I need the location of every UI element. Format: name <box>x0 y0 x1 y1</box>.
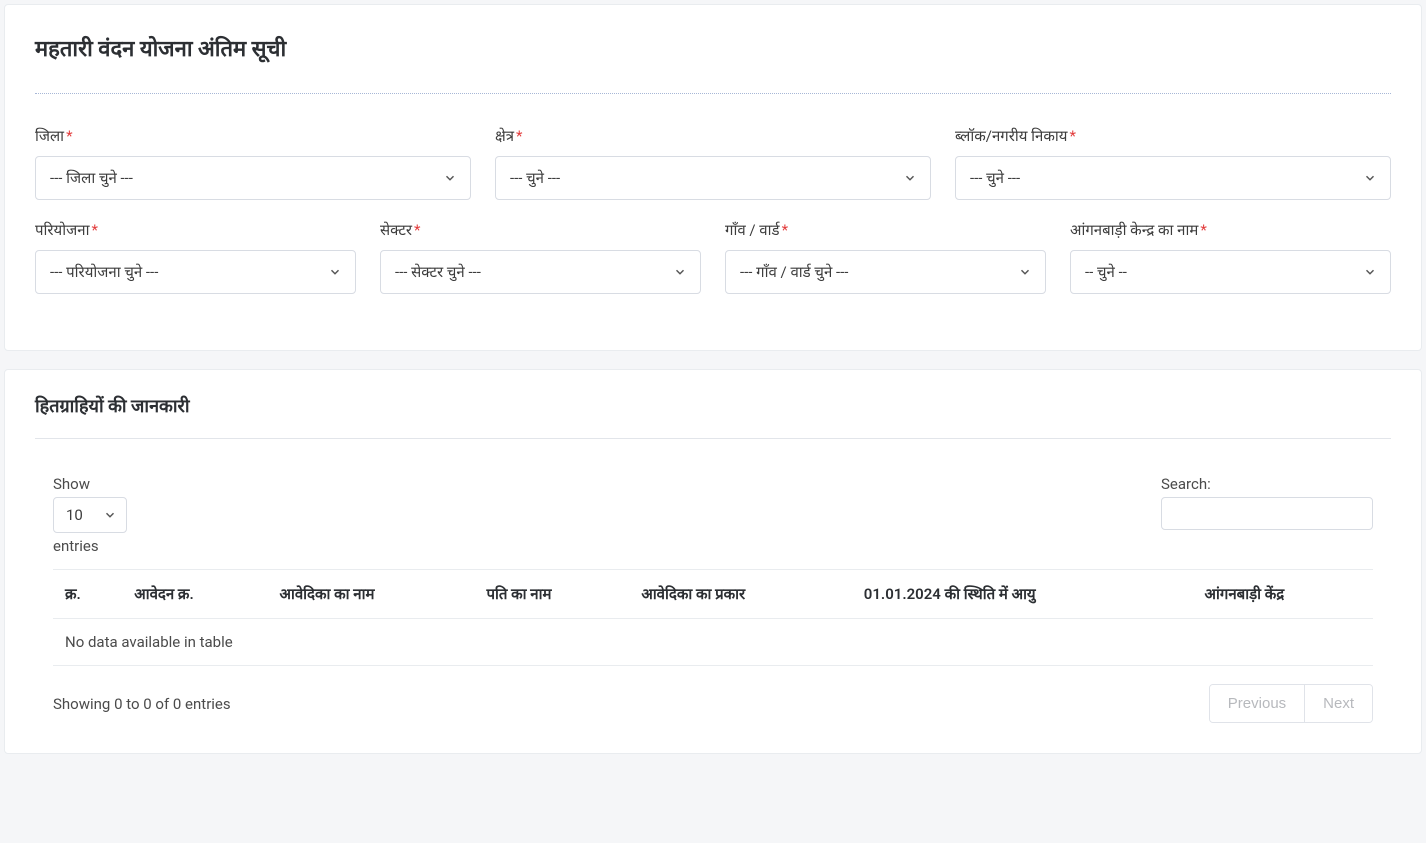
table-empty-row: No data available in table <box>53 619 1373 666</box>
table-header-row: क्र. आवेदन क्र. आवेदिका का नाम पति का ना… <box>53 570 1373 619</box>
show-label: Show <box>53 475 127 493</box>
district-select[interactable]: --- जिला चुने --- <box>35 156 471 200</box>
search-box: Search: <box>1161 475 1373 530</box>
filter-card: महतारी वंदन योजना अंतिम सूची जिला* --- ज… <box>4 4 1422 351</box>
filter-project: परियोजना* --- परियोजना चुने --- <box>35 220 356 294</box>
filter-row-2: परियोजना* --- परियोजना चुने --- सेक्टर* … <box>35 220 1391 294</box>
filter-row-1: जिला* --- जिला चुने --- क्षेत्र* --- चुन… <box>35 126 1391 200</box>
search-label: Search: <box>1161 475 1373 493</box>
district-label: जिला* <box>35 126 471 146</box>
filter-area: क्षेत्र* --- चुने --- <box>495 126 931 200</box>
col-applicant-name[interactable]: आवेदिका का नाम <box>267 570 474 619</box>
col-sno[interactable]: क्र. <box>53 570 122 619</box>
anganwadi-select[interactable]: -- चुने -- <box>1070 250 1391 294</box>
section-title: हितग्राहियों की जानकारी <box>35 394 1391 439</box>
filter-anganwadi: आंगनबाड़ी केन्द्र का नाम* -- चुने -- <box>1070 220 1391 294</box>
sector-label: सेक्टर* <box>380 220 701 240</box>
col-app-no[interactable]: आवेदन क्र. <box>122 570 267 619</box>
filter-district: जिला* --- जिला चुने --- <box>35 126 471 200</box>
required-mark: * <box>66 127 72 145</box>
results-card: हितग्राहियों की जानकारी Show 10 entries … <box>4 369 1422 754</box>
results-table: क्र. आवेदन क्र. आवेदिका का नाम पति का ना… <box>53 569 1373 666</box>
required-mark: * <box>782 221 788 239</box>
table-info: Showing 0 to 0 of 0 entries <box>53 695 231 713</box>
area-select[interactable]: --- चुने --- <box>495 156 931 200</box>
pagination: Previous Next <box>1209 684 1373 723</box>
village-select[interactable]: --- गाँव / वार्ड चुने --- <box>725 250 1046 294</box>
col-applicant-type[interactable]: आवेदिका का प्रकार <box>629 570 851 619</box>
separator <box>35 93 1391 94</box>
filter-block: ब्लॉक/नगरीय निकाय* --- चुने --- <box>955 126 1391 200</box>
entries-label: entries <box>53 537 127 555</box>
required-mark: * <box>1200 221 1206 239</box>
filter-village: गाँव / वार्ड* --- गाँव / वार्ड चुने --- <box>725 220 1046 294</box>
sector-select[interactable]: --- सेक्टर चुने --- <box>380 250 701 294</box>
area-label: क्षेत्र* <box>495 126 931 146</box>
filter-sector: सेक्टर* --- सेक्टर चुने --- <box>380 220 701 294</box>
required-mark: * <box>516 127 522 145</box>
project-label: परियोजना* <box>35 220 356 240</box>
show-entries: Show 10 entries <box>53 475 127 555</box>
required-mark: * <box>1069 127 1075 145</box>
col-center[interactable]: आंगनबाड़ी केंद्र <box>1193 570 1373 619</box>
required-mark: * <box>414 221 420 239</box>
col-father-name[interactable]: पति का नाम <box>474 570 629 619</box>
prev-button[interactable]: Previous <box>1210 685 1304 722</box>
anganwadi-label: आंगनबाड़ी केन्द्र का नाम* <box>1070 220 1391 240</box>
required-mark: * <box>91 221 97 239</box>
table-footer: Showing 0 to 0 of 0 entries Previous Nex… <box>35 666 1391 723</box>
table-controls: Show 10 entries Search: <box>35 475 1391 555</box>
empty-message: No data available in table <box>53 619 1373 666</box>
village-label: गाँव / वार्ड* <box>725 220 1046 240</box>
page-title: महतारी वंदन योजना अंतिम सूची <box>35 33 1391 63</box>
block-select[interactable]: --- चुने --- <box>955 156 1391 200</box>
search-input[interactable] <box>1161 497 1373 530</box>
next-button[interactable]: Next <box>1304 685 1372 722</box>
page-size-select[interactable]: 10 <box>53 497 127 533</box>
project-select[interactable]: --- परियोजना चुने --- <box>35 250 356 294</box>
block-label: ब्लॉक/नगरीय निकाय* <box>955 126 1391 146</box>
col-age[interactable]: 01.01.2024 की स्थिति में आयु <box>852 570 1193 619</box>
